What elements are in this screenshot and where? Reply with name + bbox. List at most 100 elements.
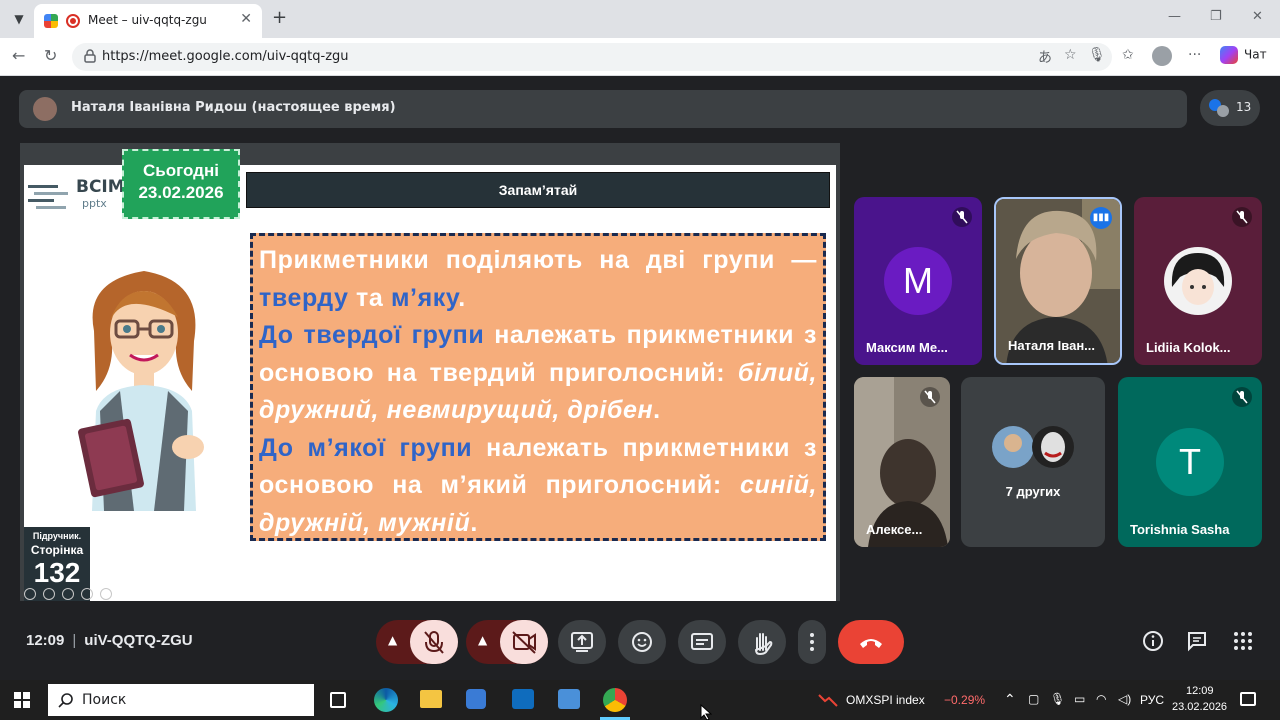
chat-icon[interactable] [1186,630,1208,652]
tray-overflow-icon[interactable]: ⌃ [1004,691,1016,708]
presenter-name: Наталя Іванівна Ридош (настоящее время) [71,100,396,115]
minimize-icon[interactable]: — [1168,9,1181,24]
remote-app-icon[interactable] [558,689,580,709]
others-avatars-icon [992,426,1074,468]
url-text: https://meet.google.com/uiv-qqtq-zgu [102,49,349,64]
new-tab-icon[interactable]: + [272,7,287,28]
window-close-icon[interactable]: ✕ [1252,9,1263,24]
remember-heading: Запам’ятай [246,172,830,208]
more-menu-icon[interactable]: ··· [1188,47,1201,63]
restore-icon[interactable]: ❐ [1210,9,1222,24]
participant-avatar [1164,247,1232,315]
today-date: 23.02.2026 [138,183,224,202]
volume-icon[interactable]: ◁) [1118,692,1131,706]
stock-change: −0.29% [944,693,986,707]
profile-avatar[interactable] [1152,46,1172,66]
vsim-logo: ВСІМ pptx [26,175,125,211]
participant-tile[interactable]: Lidiia Kolok... [1134,197,1262,365]
notifications-icon[interactable] [1240,692,1256,706]
participant-name: Алексе... [866,522,923,537]
meeting-time: 12:09 [26,632,65,649]
hang-up-icon [860,639,882,648]
file-explorer-icon[interactable] [420,690,442,708]
reactions-button[interactable] [618,620,666,664]
audio-options-chevron-icon[interactable]: ▲ [388,633,397,647]
task-view-icon[interactable] [330,692,346,708]
rule-part-highlight: м’яку [390,283,459,312]
participants-button[interactable]: 13 [1200,90,1260,126]
microphone-indicator-icon[interactable]: 🎙 [1088,47,1106,63]
windows-taskbar: Поиск OMXSPI index −0.29% ⌃ ▢ 🎙 ▭ ◠ ◁) Р… [0,680,1280,720]
browser-tab-meet[interactable]: Meet – uiv-qqtq-zgu ✕ [34,4,262,38]
browser-tab-bar: ▼ Meet – uiv-qqtq-zgu ✕ + — ❐ ✕ [0,0,1280,38]
meet-tray-icon[interactable]: ▢ [1028,692,1039,706]
copilot-chat-button[interactable]: Чат [1220,46,1267,64]
tab-list-chevron-icon[interactable]: ▼ [8,8,30,30]
taskbar-search-field[interactable]: Поиск [48,684,314,716]
rule-part: . [653,396,661,424]
more-options-button[interactable] [798,620,826,664]
meet-window: Наталя Іванівна Ридош (настоящее время) … [6,76,1274,680]
rule-part: . [470,508,478,537]
participant-avatar: М [884,247,952,315]
participant-tile[interactable]: М Максим Ме... [854,197,982,365]
others-count: 7 других [1005,484,1061,499]
others-tile[interactable]: 7 других [961,377,1105,547]
input-language[interactable]: РУС [1140,693,1164,707]
presentation-slide: ВСІМ pptx Сьогодні 23.02.2026 Запам’ятай [24,149,836,601]
mic-tray-icon[interactable]: 🎙 [1050,692,1065,706]
participant-count: 13 [1236,100,1252,114]
participant-tile[interactable]: T Torishnia Sasha [1118,377,1262,547]
site-info-icon[interactable] [84,49,96,63]
participant-tile[interactable]: Алексе... [854,377,950,547]
outlook-icon[interactable] [512,689,534,709]
present-screen-icon [571,632,593,652]
participant-tile-speaking[interactable]: ▮▮▮ Наталя Іван... [994,197,1122,365]
captions-button[interactable] [678,620,726,664]
favorites-icon[interactable]: ✩ [1122,47,1134,63]
present-screen-button[interactable] [558,620,606,664]
wifi-icon[interactable]: ◠ [1096,692,1106,706]
activities-grid-icon[interactable] [1232,630,1254,652]
slide-pen-icon[interactable] [62,588,74,600]
slide-prev-icon[interactable] [24,588,36,600]
camera-toggle-button[interactable] [500,620,548,664]
clock-time[interactable]: 12:09 [1186,685,1214,697]
video-options-chevron-icon[interactable]: ▲ [478,633,487,647]
windows-start-icon[interactable] [14,692,30,708]
chrome-icon[interactable] [603,688,627,712]
meeting-info: 12:09 | uiV-QQTQ-ZGU [26,632,193,649]
mic-control-group: ▲ [376,620,458,664]
clock-date[interactable]: 23.02.2026 [1172,701,1227,713]
mic-off-icon [424,631,444,654]
translate-icon[interactable]: あ [1038,47,1052,67]
participant-name: Максим Ме... [866,340,948,355]
vsim-logo-mark-icon [28,185,68,209]
leave-call-button[interactable] [838,620,904,664]
microsoft-store-icon[interactable] [466,689,486,709]
url-field[interactable]: https://meet.google.com/uiv-qqtq-zgu あ ☆… [72,43,1112,71]
mic-toggle-button[interactable] [410,620,458,664]
slide-zoom-icon[interactable] [81,588,93,600]
page-label-2: Сторінка [30,543,84,557]
edge-browser-icon[interactable] [374,688,398,712]
bookmark-star-icon[interactable]: ☆ [1064,47,1077,63]
search-icon [58,693,73,708]
tab-close-icon[interactable]: ✕ [240,11,252,27]
reload-icon[interactable]: ↻ [44,46,57,65]
back-icon[interactable]: ← [12,46,25,65]
participant-name: Наталя Іван... [1008,338,1096,353]
stock-chart-icon[interactable] [818,692,838,708]
camera-off-icon [512,631,536,654]
slide-more-icon[interactable] [100,588,112,600]
mic-off-icon [1232,387,1252,407]
slide-next-icon[interactable] [43,588,55,600]
meet-favicon-icon [44,14,58,28]
speaking-indicator-icon: ▮▮▮ [1090,207,1112,229]
vsim-logo-text: ВСІМ [76,177,125,197]
search-placeholder: Поиск [82,692,127,708]
battery-icon[interactable]: ▭ [1074,692,1085,706]
raise-hand-button[interactable] [738,620,786,664]
meeting-details-icon[interactable] [1142,630,1164,652]
participant-name: Lidiia Kolok... [1146,340,1231,355]
